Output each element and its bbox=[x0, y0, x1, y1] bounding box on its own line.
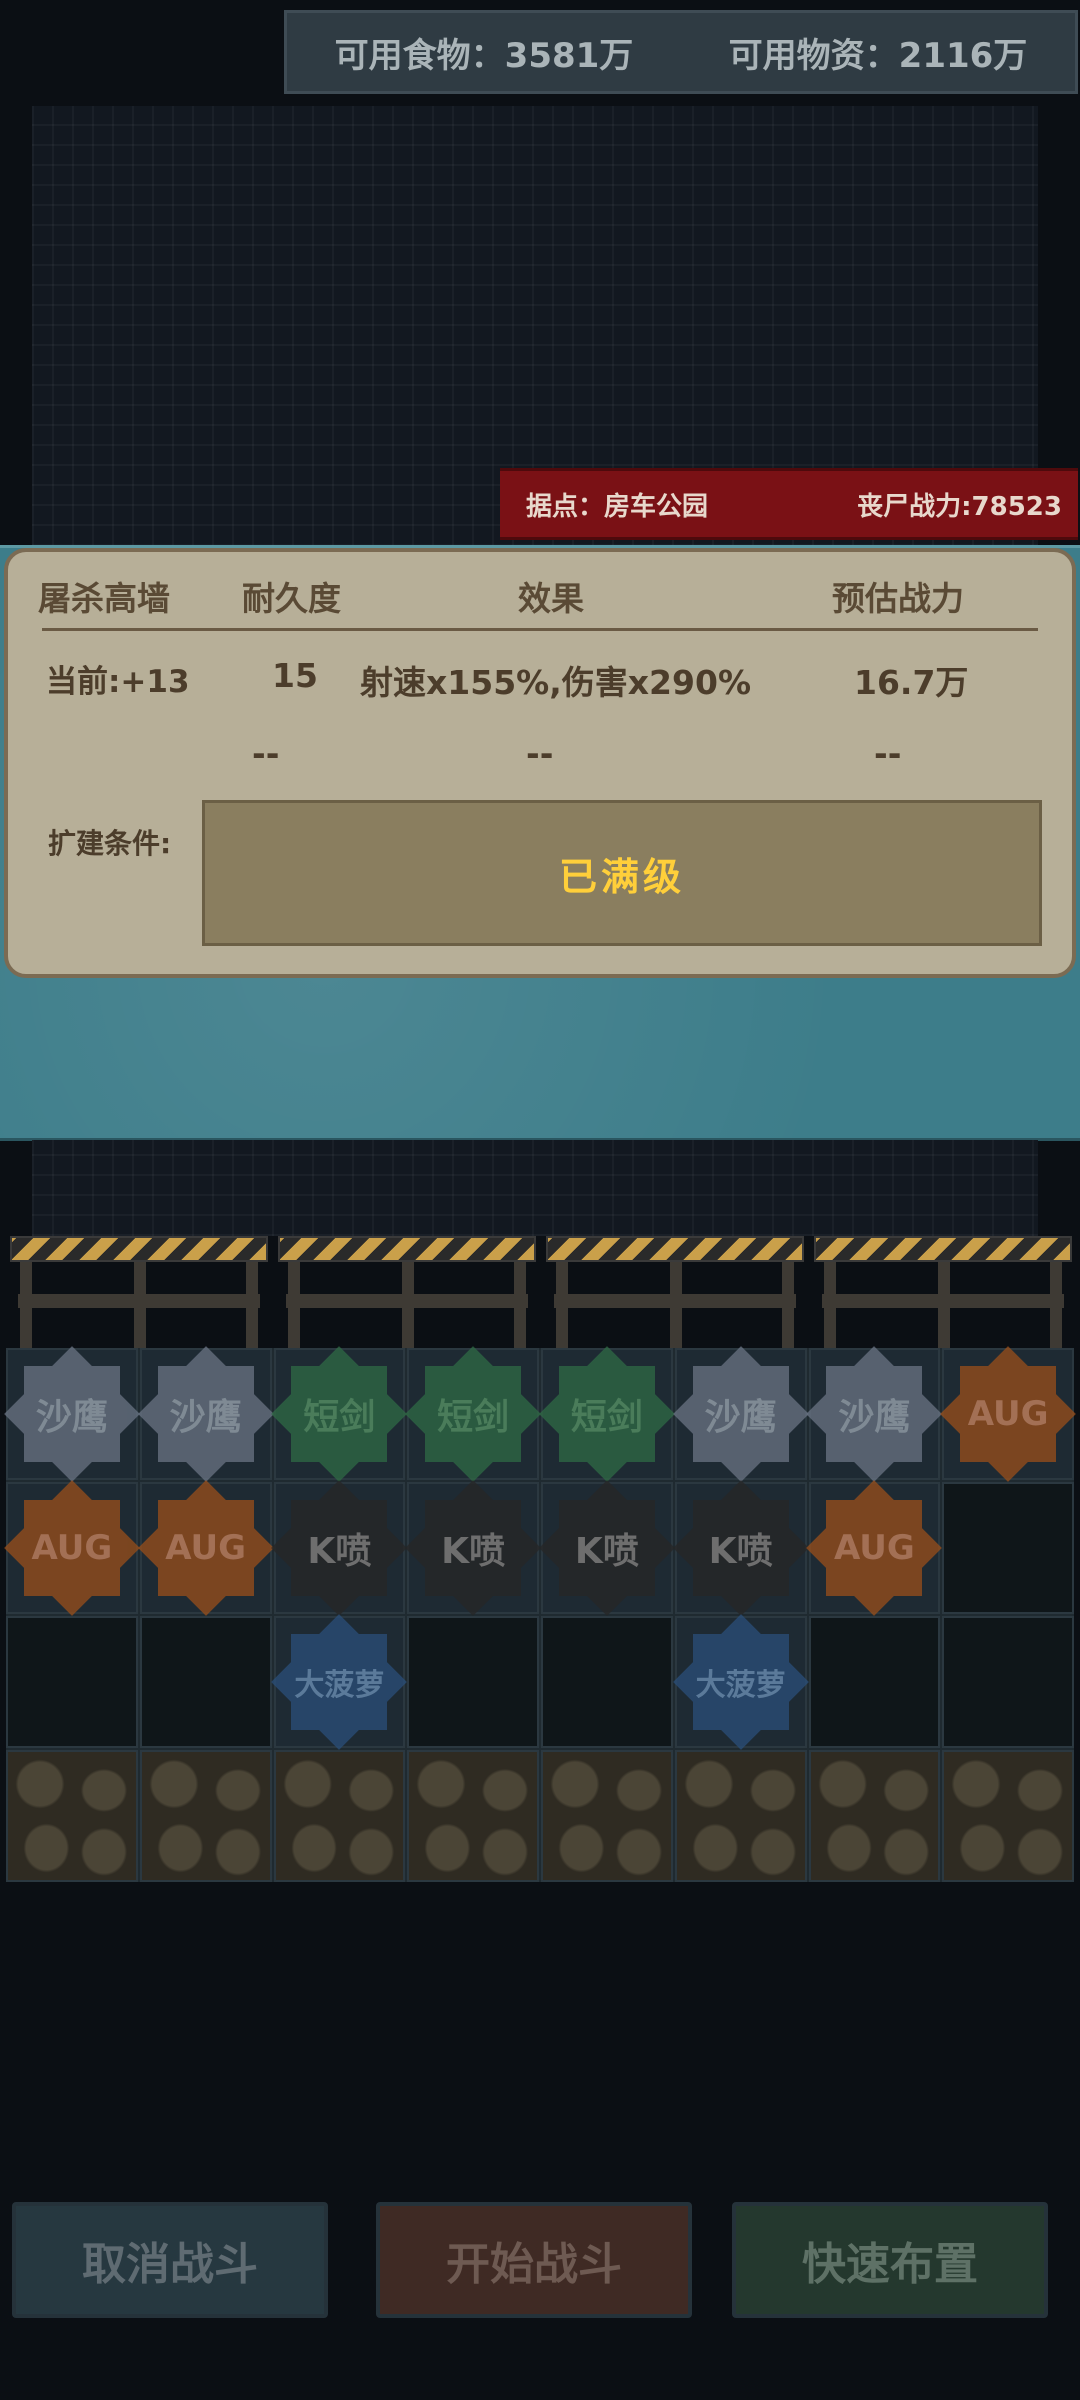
empty-slot[interactable] bbox=[942, 1616, 1074, 1748]
empty-slot[interactable] bbox=[139, 1616, 272, 1748]
unit-slot[interactable]: 短剑 bbox=[405, 1346, 542, 1482]
unit-label: 短剑 bbox=[570, 1397, 643, 1438]
current-effect: 射速x155%,伤害x290% bbox=[360, 663, 752, 702]
unit-label: 沙鹰 bbox=[35, 1397, 108, 1438]
empty-slot[interactable] bbox=[541, 1616, 673, 1748]
unit-label: AUG bbox=[833, 1528, 915, 1568]
empty-slot[interactable] bbox=[407, 1616, 539, 1748]
expand-condition-label: 扩建条件: bbox=[48, 827, 172, 860]
unit-slot[interactable]: 短剑 bbox=[271, 1346, 408, 1482]
header-name: 屠杀高墙 bbox=[38, 579, 170, 618]
hazard-barrier bbox=[278, 1236, 536, 1348]
start-battle-button[interactable]: 开始战斗 bbox=[376, 2202, 692, 2318]
unit-label: 大菠萝 bbox=[294, 1668, 385, 1703]
unit-grid: 沙鹰 沙鹰 短剑 短剑 短剑 沙鹰 沙鹰 AUG AUG AUG K喷 K喷 K喷 K喷 AUG 大菠萝 大菠萝 bbox=[3, 1346, 1077, 1882]
next-effect: -- bbox=[526, 734, 554, 773]
unit-label: K喷 bbox=[708, 1531, 773, 1572]
header-durability: 耐久度 bbox=[242, 579, 341, 618]
unit-slot[interactable]: 沙鹰 bbox=[672, 1346, 809, 1482]
unit-slot[interactable]: 短剑 bbox=[538, 1346, 675, 1482]
unit-slot[interactable]: 大菠萝 bbox=[271, 1614, 408, 1750]
unit-slot[interactable]: AUG bbox=[137, 1480, 274, 1616]
unit-label: AUG bbox=[967, 1394, 1049, 1434]
stone-floor-tile bbox=[674, 1750, 807, 1882]
empty-slot[interactable] bbox=[942, 1482, 1074, 1614]
empty-slot[interactable] bbox=[808, 1616, 941, 1748]
zombie-power: 丧尸战力:78523 bbox=[857, 491, 1062, 522]
unit-slot[interactable]: AUG bbox=[806, 1480, 943, 1616]
unit-slot[interactable]: K喷 bbox=[538, 1480, 675, 1616]
header-effect: 效果 bbox=[518, 579, 584, 618]
next-row: -- -- -- bbox=[8, 734, 1072, 790]
unit-label: 沙鹰 bbox=[704, 1397, 777, 1438]
hazard-barrier bbox=[10, 1236, 268, 1348]
unit-slot[interactable]: 大菠萝 bbox=[672, 1614, 809, 1750]
stone-floor-tile bbox=[407, 1750, 539, 1882]
unit-label: AUG bbox=[165, 1528, 247, 1568]
current-power: 16.7万 bbox=[854, 663, 969, 702]
unit-label: 大菠萝 bbox=[695, 1668, 786, 1703]
empty-slot[interactable] bbox=[6, 1616, 138, 1748]
battle-arena-lower bbox=[32, 1140, 1038, 1236]
unit-label: K喷 bbox=[441, 1531, 506, 1572]
supplies-counter: 可用物资：2116万 bbox=[728, 35, 1028, 76]
unit-slot[interactable]: K喷 bbox=[672, 1480, 809, 1616]
stone-floor-tile bbox=[6, 1750, 138, 1882]
stone-floor-tile bbox=[139, 1750, 272, 1882]
next-power: -- bbox=[874, 734, 902, 773]
stone-floor-tile bbox=[808, 1750, 941, 1882]
header-power: 预估战力 bbox=[832, 579, 964, 618]
stronghold-banner: 据点：房车公园 丧尸战力:78523 bbox=[500, 468, 1078, 540]
wall-info-panel: 屠杀高墙 耐久度 效果 预估战力 当前:+13 15 射速x155%,伤害x29… bbox=[4, 548, 1076, 978]
food-counter: 可用食物：3581万 bbox=[334, 35, 634, 76]
unit-label: 沙鹰 bbox=[838, 1397, 911, 1438]
unit-slot[interactable]: K喷 bbox=[405, 1480, 542, 1616]
current-durability: 15 bbox=[272, 656, 318, 695]
resource-bar: 可用食物：3581万 可用物资：2116万 bbox=[284, 10, 1078, 94]
stronghold-location: 据点：房车公园 bbox=[526, 491, 709, 522]
stone-floor-tile bbox=[541, 1750, 673, 1882]
stone-floor-tile bbox=[273, 1750, 406, 1882]
unit-slot[interactable]: AUG bbox=[940, 1346, 1077, 1482]
hazard-barrier bbox=[546, 1236, 804, 1348]
current-row: 当前:+13 15 射速x155%,伤害x290% 16.7万 bbox=[8, 656, 1072, 712]
max-level-text: 已满级 bbox=[558, 854, 685, 899]
max-level-box: 已满级 bbox=[202, 800, 1042, 946]
header-divider bbox=[42, 628, 1038, 631]
next-durability: -- bbox=[252, 734, 280, 773]
current-level: 当前:+13 bbox=[46, 664, 190, 700]
stone-floor-tile bbox=[942, 1750, 1074, 1882]
unit-slot[interactable]: AUG bbox=[3, 1480, 140, 1616]
unit-label: 短剑 bbox=[303, 1397, 376, 1438]
unit-label: K喷 bbox=[574, 1531, 639, 1572]
unit-label: 沙鹰 bbox=[169, 1397, 242, 1438]
unit-label: K喷 bbox=[307, 1531, 372, 1572]
unit-label: AUG bbox=[31, 1528, 113, 1568]
hazard-barrier bbox=[814, 1236, 1072, 1348]
unit-slot[interactable]: K喷 bbox=[271, 1480, 408, 1616]
cancel-battle-button[interactable]: 取消战斗 bbox=[12, 2202, 328, 2318]
unit-slot[interactable]: 沙鹰 bbox=[137, 1346, 274, 1482]
unit-slot[interactable]: 沙鹰 bbox=[806, 1346, 943, 1482]
unit-slot[interactable]: 沙鹰 bbox=[3, 1346, 140, 1482]
quick-deploy-button[interactable]: 快速布置 bbox=[732, 2202, 1048, 2318]
info-header: 屠杀高墙 耐久度 效果 预估战力 bbox=[8, 572, 1072, 628]
unit-label: 短剑 bbox=[437, 1397, 510, 1438]
